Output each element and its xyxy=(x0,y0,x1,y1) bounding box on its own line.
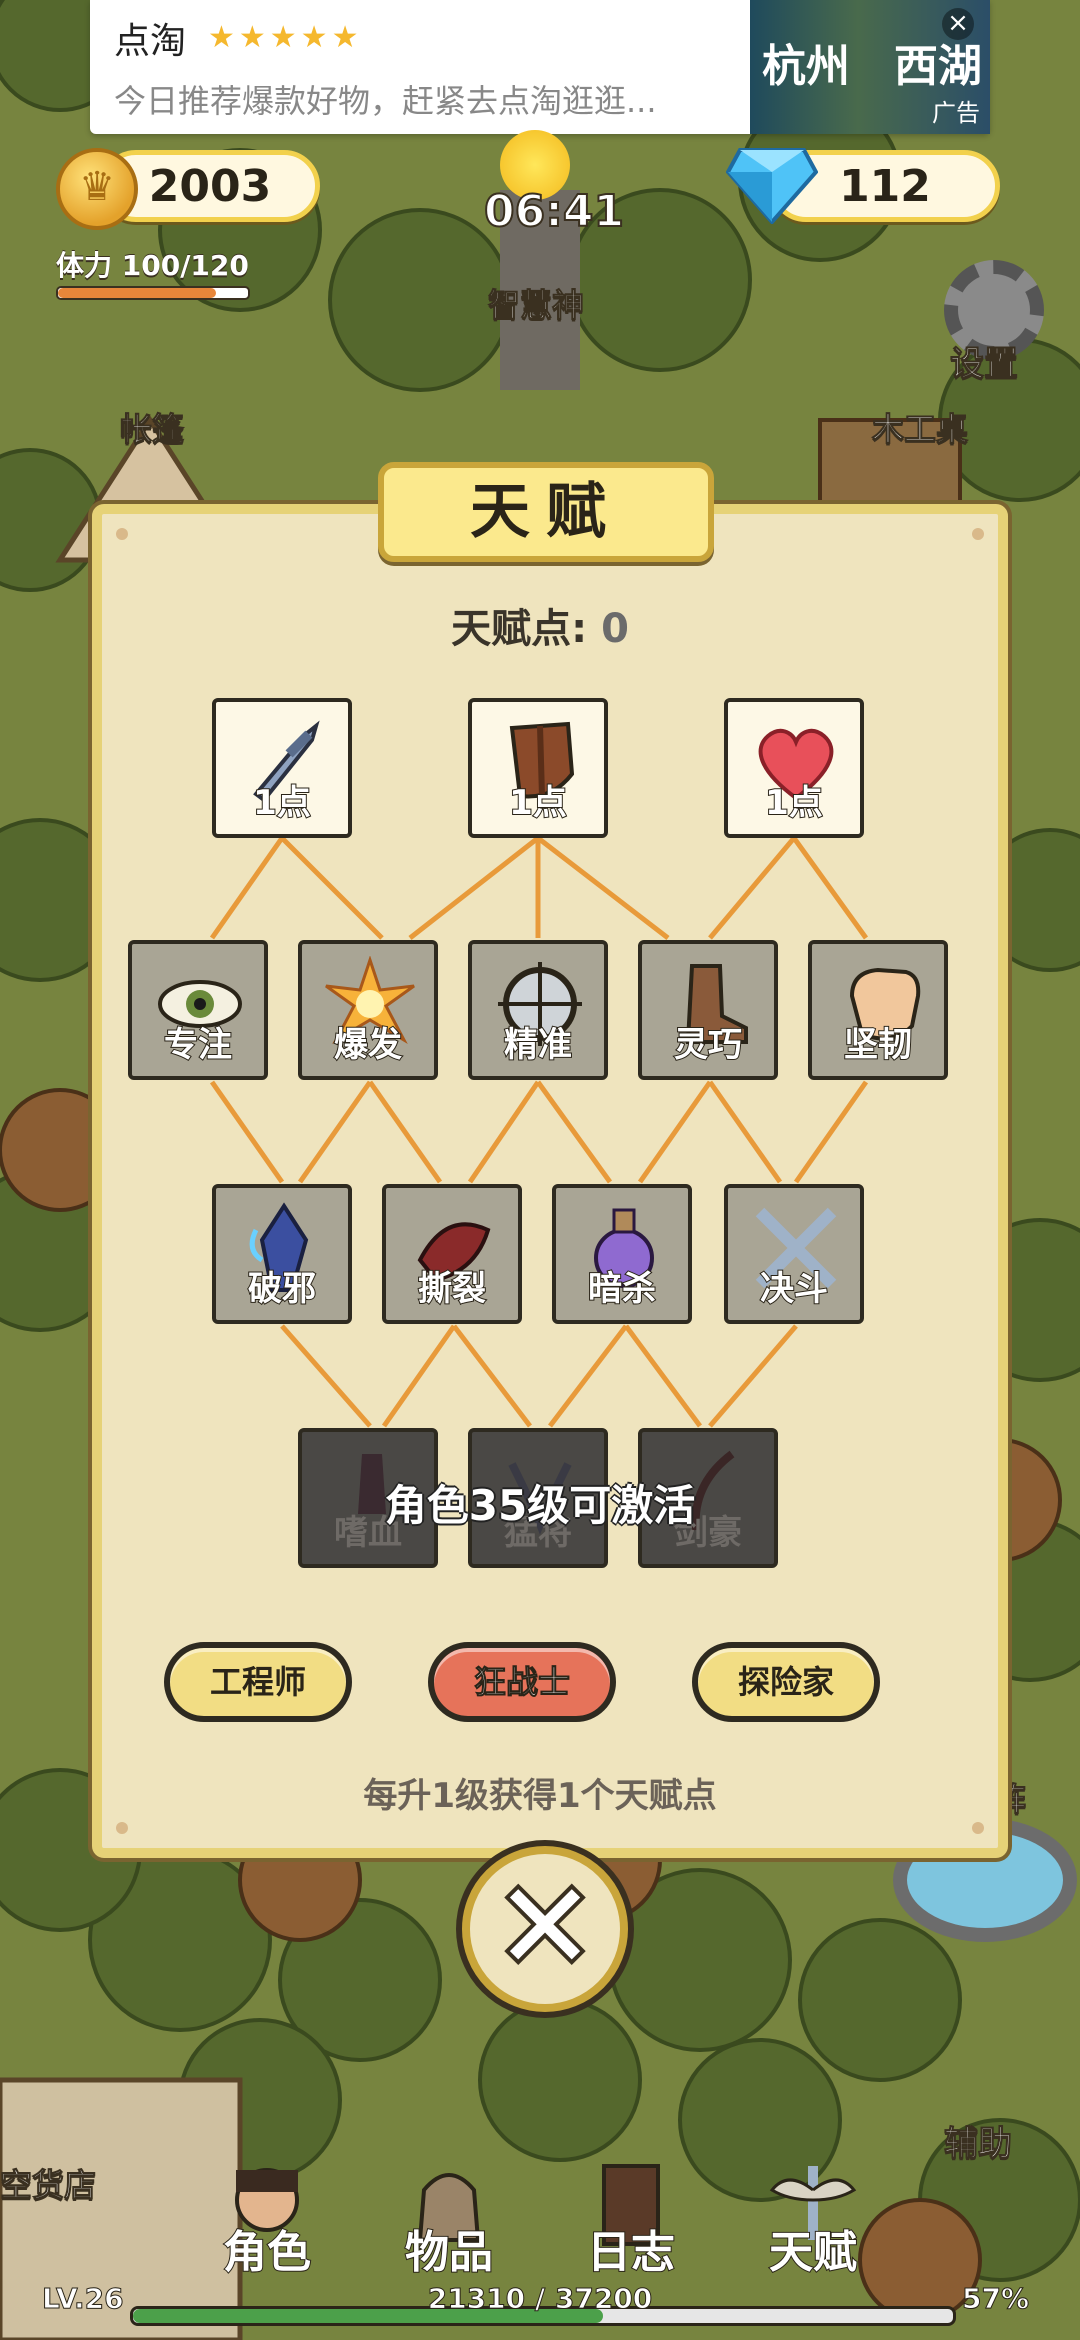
talent-points-value: 0 xyxy=(601,606,629,652)
panel-title-banner: 天赋 xyxy=(378,462,714,562)
close-panel-button[interactable]: ✕ xyxy=(462,1846,628,2012)
talent-label: 爆发 xyxy=(333,1024,403,1066)
talent-points: 天赋点: 0 xyxy=(0,596,1080,654)
class-engineer-button[interactable]: 工程师 xyxy=(164,1642,352,1722)
class-berserker-button[interactable]: 狂战士 xyxy=(428,1642,616,1722)
class-label: 探险家 xyxy=(737,1663,834,1701)
panel-title: 天赋 xyxy=(470,477,622,547)
talent-cost-label: 1点 xyxy=(252,782,312,824)
close-icon: ✕ xyxy=(491,1854,600,2001)
talent-label: 坚韧 xyxy=(843,1024,913,1066)
talent-agility[interactable]: 灵巧 xyxy=(638,940,778,1080)
talent-tier1-heart[interactable]: 1点 xyxy=(724,698,864,838)
talent-rend[interactable]: 撕裂 xyxy=(382,1184,522,1324)
class-label: 工程师 xyxy=(209,1663,306,1701)
nav-label: 天赋 xyxy=(768,2226,858,2279)
xp-percent: 57% xyxy=(961,2282,1030,2316)
assist-button[interactable]: 辅助 xyxy=(944,2116,1013,2165)
talent-label: 暗杀 xyxy=(587,1268,657,1310)
talent-label: 决斗 xyxy=(759,1268,829,1310)
talent-precision[interactable]: 精准 xyxy=(468,940,608,1080)
talent-cost-label: 1点 xyxy=(764,782,824,824)
talent-hint-text: 每升1级获得1个天赋点 xyxy=(363,1776,717,1816)
talent-label: 专注 xyxy=(163,1024,233,1066)
talent-label: 撕裂 xyxy=(417,1268,487,1310)
class-label: 狂战士 xyxy=(473,1663,570,1702)
talent-label: 精准 xyxy=(503,1024,573,1066)
talent-tier1-shield[interactable]: 1点 xyxy=(468,698,608,838)
talent-toughness[interactable]: 坚韧 xyxy=(808,940,948,1080)
class-explorer-button[interactable]: 探险家 xyxy=(692,1642,880,1722)
talent-burst[interactable]: 爆发 xyxy=(298,940,438,1080)
talent-focus[interactable]: 专注 xyxy=(128,940,268,1080)
nav-label: 物品 xyxy=(404,2226,494,2279)
talent-purge[interactable]: 破邪 xyxy=(212,1184,352,1324)
nav-label: 角色 xyxy=(222,2226,312,2279)
xp-text: 21310 / 37200 xyxy=(427,2282,653,2316)
talent-cost-label: 1点 xyxy=(508,782,568,824)
nav-journal[interactable]: 日志 xyxy=(556,2150,706,2300)
shop-label[interactable]: 空货店 xyxy=(0,2160,97,2206)
unlock-requirement-text: 角色35级可激活 xyxy=(384,1481,696,1530)
nav-label: 日志 xyxy=(586,2226,676,2279)
talent-tier1-sword[interactable]: 1点 xyxy=(212,698,352,838)
nav-character[interactable]: 角色 xyxy=(192,2150,342,2300)
talent-points-label: 天赋点: xyxy=(451,606,588,652)
nav-items[interactable]: 物品 xyxy=(374,2150,524,2300)
talent-assassinate[interactable]: 暗杀 xyxy=(552,1184,692,1324)
talent-label: 破邪 xyxy=(247,1268,317,1310)
talent-label: 灵巧 xyxy=(673,1024,743,1066)
talent-duel[interactable]: 决斗 xyxy=(724,1184,864,1324)
nav-talent[interactable]: 天赋 xyxy=(738,2150,888,2300)
